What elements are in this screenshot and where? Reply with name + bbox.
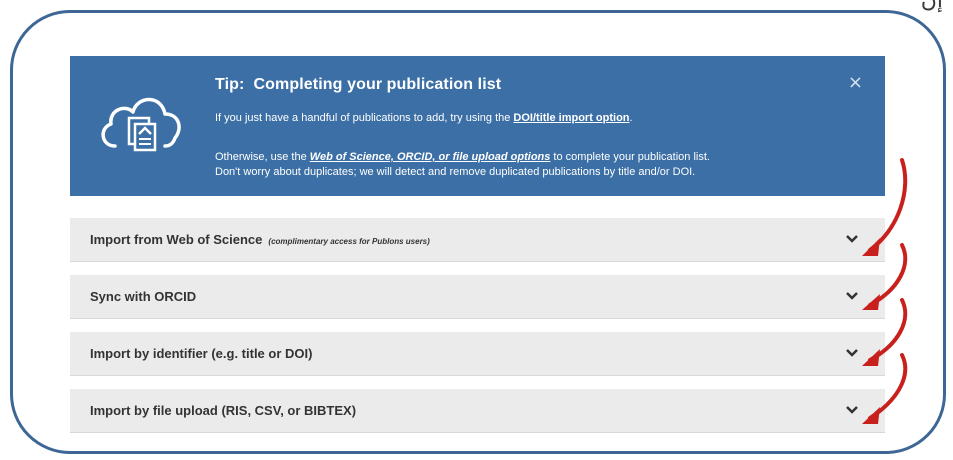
import-option-file-upload[interactable]: Import by file upload (RIS, CSV, or BIBT… [70,389,885,433]
cloud-document-icon [101,97,181,152]
tip-heading: Completing your publication list [253,76,502,93]
import-option-orcid[interactable]: Sync with ORCID [70,275,885,319]
chevron-down-icon[interactable] [845,404,859,416]
tip-line-2-text: Otherwise, use the [215,151,310,163]
import-option-identifier[interactable]: Import by identifier (e.g. title or DOI) [70,332,885,376]
tip-line-1-end: . [629,112,633,124]
import-option-title: Sync with ORCID [90,289,197,304]
import-option-label: Import by file upload (RIS, CSV, or BIBT… [90,403,356,418]
import-option-title: Import by identifier (e.g. title or DOI) [90,346,313,361]
corner-glyph: إن [920,0,943,13]
tip-line-2-end: to complete your publication list. [550,151,710,163]
import-option-title: Import from Web of Science [90,232,263,247]
chevron-down-icon[interactable] [845,290,859,302]
doi-title-import-link[interactable]: DOI/title import option [513,112,629,124]
import-option-note: (complimentary access for Publons users) [268,237,430,246]
import-option-label: Import by identifier (e.g. title or DOI) [90,346,312,361]
tip-line-3: Don't worry about duplicates; we will de… [215,166,696,178]
chevron-down-icon[interactable] [845,347,859,359]
tip-line-2: Otherwise, use the Web of Science, ORCID… [215,150,710,164]
tip-prefix: Tip: [215,76,245,93]
tip-title: Tip: Completing your publication list [215,76,501,94]
tip-line-1: If you just have a handful of publicatio… [215,111,633,125]
close-icon[interactable]: × [848,72,863,93]
wos-orcid-upload-link[interactable]: Web of Science, ORCID, or file upload op… [310,151,551,163]
tip-line-1-text: If you just have a handful of publicatio… [215,112,514,124]
import-option-label: Import from Web of Science (complimentary… [90,232,430,247]
import-option-title: Import by file upload (RIS, CSV, or BIBT… [90,403,357,418]
import-option-label: Sync with ORCID [90,289,196,304]
import-option-web-of-science[interactable]: Import from Web of Science (complimentary… [70,218,885,262]
chevron-down-icon[interactable] [845,233,859,245]
tip-banner: Tip: Completing your publication list If… [70,56,885,196]
